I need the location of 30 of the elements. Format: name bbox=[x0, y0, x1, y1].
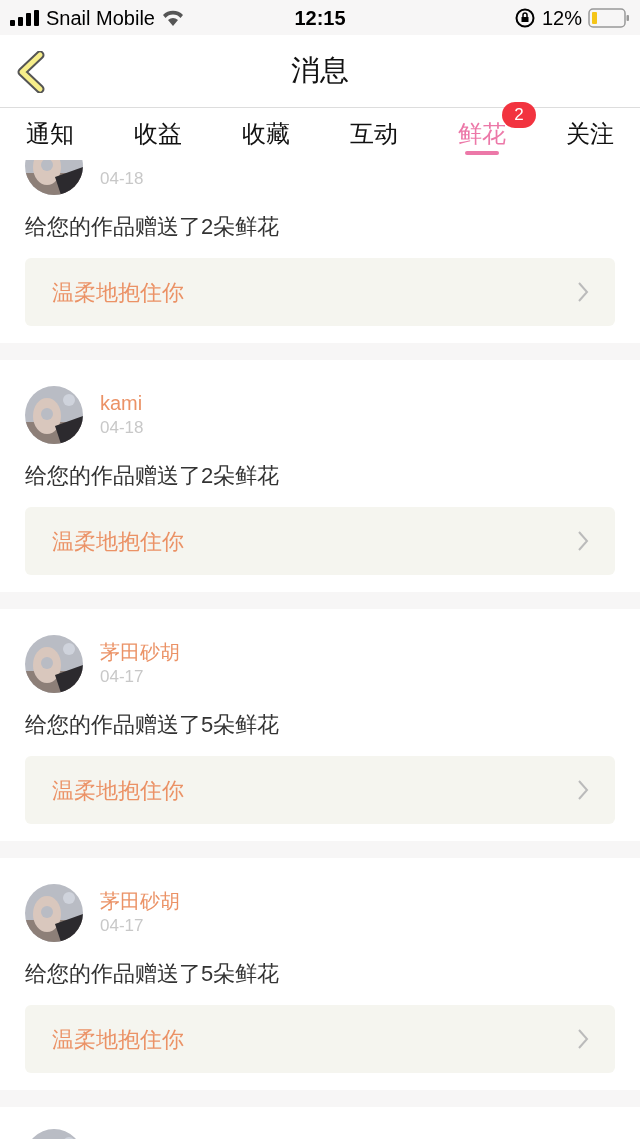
tab[interactable]: 互动 bbox=[350, 108, 398, 160]
battery-percent: 12% bbox=[541, 5, 582, 31]
selected-underline bbox=[465, 151, 499, 155]
reply-row[interactable]: 温柔地抱住你 bbox=[25, 258, 615, 326]
message-text: 给您的作品赠送了2朵鲜花 bbox=[25, 462, 281, 490]
user-name[interactable]: kami bbox=[100, 390, 144, 416]
page-title: 消息 bbox=[291, 54, 349, 87]
chevron-right-icon bbox=[577, 530, 589, 552]
reply-row[interactable]: 温柔地抱住你 bbox=[25, 1005, 615, 1073]
tab[interactable]: 收藏 bbox=[242, 108, 290, 160]
signal-icon bbox=[10, 9, 40, 26]
message-text: 给您的作品赠送了2朵鲜花 bbox=[25, 213, 281, 241]
back-chevron-icon bbox=[16, 51, 46, 93]
clock-time: 12:15 bbox=[294, 6, 346, 29]
wifi-icon bbox=[160, 8, 185, 27]
user-name[interactable]: 茅田砂胡 bbox=[100, 888, 180, 914]
tab[interactable]: 关注 bbox=[566, 108, 614, 160]
chevron-right-icon bbox=[577, 281, 589, 303]
message-text: 给您的作品赠送了5朵鲜花 bbox=[25, 711, 281, 739]
rotation-lock-icon bbox=[513, 6, 536, 29]
carrier-name: Snail Mobile bbox=[46, 5, 155, 31]
tab[interactable]: 通知 bbox=[26, 108, 74, 160]
reply-row[interactable]: 温柔地抱住你 bbox=[25, 756, 615, 824]
message-text: 给您的作品赠送了5朵鲜花 bbox=[25, 960, 281, 988]
reply-row[interactable]: 温柔地抱住你 bbox=[25, 507, 615, 575]
chevron-right-icon bbox=[577, 779, 589, 801]
tab[interactable]: 收益 bbox=[134, 108, 182, 160]
chevron-right-icon bbox=[577, 1028, 589, 1050]
battery-icon bbox=[588, 7, 630, 28]
user-name[interactable]: 茅田砂胡 bbox=[100, 639, 180, 665]
